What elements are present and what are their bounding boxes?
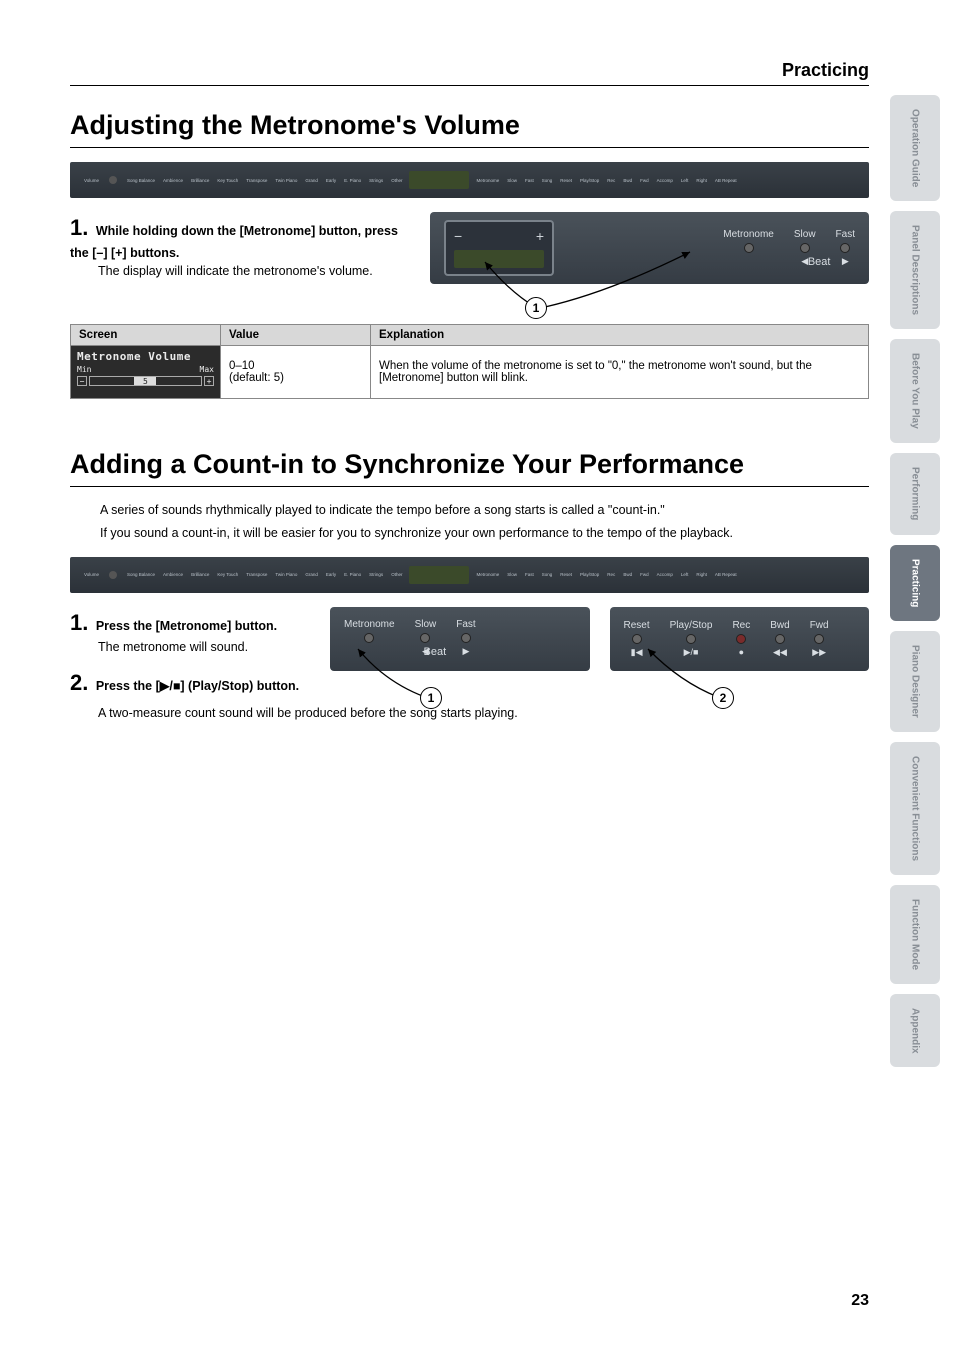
s2-step2-num: 2. xyxy=(70,667,88,699)
lcd-minus-icon: − xyxy=(77,376,87,386)
s2-step2-body: A two-measure count sound will be produc… xyxy=(98,704,869,722)
section1-title: Adjusting the Metronome's Volume xyxy=(70,110,869,148)
td-explanation: When the volume of the metronome is set … xyxy=(371,346,869,399)
ps-fwd: Fwd xyxy=(640,178,649,183)
th-value: Value xyxy=(221,325,371,346)
s2-intro2: If you sound a count-in, it will be easi… xyxy=(100,524,869,543)
callout-1b: 1 xyxy=(420,687,442,709)
callout-1: 1 xyxy=(525,297,547,319)
ps-repeat: AB Repeat xyxy=(715,178,737,183)
beat-label: Beat xyxy=(808,256,831,268)
s2-step2: 2. Press the [▶/■] (Play/Stop) button. xyxy=(70,667,300,699)
side-tabs: Operation Guide Panel Descriptions Befor… xyxy=(890,95,940,1067)
ps-right: Right xyxy=(696,178,707,183)
panel-strip-1: Volume Song Balance Ambience Brilliance … xyxy=(70,162,869,198)
ps-transpose: Transpose xyxy=(246,178,267,183)
rec-button[interactable]: Rec ● xyxy=(732,620,750,658)
lcd-min: Min xyxy=(77,365,91,374)
ps-epiano: E. Piano xyxy=(344,178,361,183)
tab-operation-guide[interactable]: Operation Guide xyxy=(890,95,940,201)
tab-function-mode[interactable]: Function Mode xyxy=(890,885,940,984)
callout-2: 2 xyxy=(712,687,734,709)
page-number: 23 xyxy=(851,1292,869,1310)
s2-intro1: A series of sounds rhythmically played t… xyxy=(100,501,869,520)
s2-step2-bold-a: Press the [ xyxy=(96,679,160,693)
mini-lcd xyxy=(454,250,544,268)
display-zoom: − + xyxy=(444,220,554,276)
ps-strings: Strings xyxy=(369,178,383,183)
tab-piano-designer[interactable]: Piano Designer xyxy=(890,631,940,732)
ps-song-balance: Song Balance xyxy=(127,178,155,183)
tab-before-you-play[interactable]: Before You Play xyxy=(890,339,940,443)
lcd-val: 5 xyxy=(134,377,156,385)
td-value: 0–10 (default: 5) xyxy=(221,346,371,399)
ps-slow: Slow xyxy=(507,178,517,183)
minus-label: − xyxy=(454,228,462,244)
ps-keytouch: Key Touch xyxy=(217,178,238,183)
ps-reset: Reset xyxy=(560,178,572,183)
metronome-button[interactable]: Metronome xyxy=(723,229,774,267)
tab-convenient-functions[interactable]: Convenient Functions xyxy=(890,742,940,875)
th-explanation: Explanation xyxy=(371,325,869,346)
th-screen: Screen xyxy=(71,325,221,346)
bwd-button[interactable]: Bwd ◀◀ xyxy=(770,620,789,658)
s2-step1-bold: Press the [Metronome] button. xyxy=(96,619,277,633)
ps-song: Song xyxy=(542,178,553,183)
lcd-title: Metronome Volume xyxy=(77,350,214,363)
ps-bwd: Bwd xyxy=(623,178,632,183)
s1-step1: 1. While holding down the [Metronome] bu… xyxy=(70,212,400,262)
lcd-sim: Metronome Volume Min Max − 5 + xyxy=(71,346,220,398)
s1-detail-panel: − + Metronome Slow xyxy=(430,212,869,284)
section2-title: Adding a Count-in to Synchronize Your Pe… xyxy=(70,449,869,487)
metronome-button-2[interactable]: Metronome xyxy=(344,619,395,657)
plus-label: + xyxy=(536,228,544,244)
ps-volume: Volume xyxy=(84,178,99,183)
lcd-plus-icon: + xyxy=(204,376,214,386)
reset-button[interactable]: Reset ▮◀ xyxy=(624,620,650,658)
ps-lcd xyxy=(409,171,469,189)
page-header: Practicing xyxy=(70,60,869,86)
s2-panel-a: Metronome Slow ◀ Fast ▶ xyxy=(330,607,590,671)
lcd-max: Max xyxy=(200,365,214,374)
s2-step2-bold-b: ] (Play/Stop) button. xyxy=(180,679,299,693)
s1-step1-num: 1. xyxy=(70,212,88,244)
ps-early: Early xyxy=(326,178,336,183)
ps-ambience: Ambience xyxy=(163,178,183,183)
ps-grand: Grand xyxy=(305,178,318,183)
tab-practicing[interactable]: Practicing xyxy=(890,545,940,621)
panel-strip-2: Volume Song Balance Ambience Brilliance … xyxy=(70,557,869,593)
s2-panel-b: Reset ▮◀ Play/Stop ▶/■ Rec ● xyxy=(610,607,870,671)
s2-step1-num: 1. xyxy=(70,607,88,639)
header-section: Practicing xyxy=(782,60,869,81)
fast-button[interactable]: Fast ▶ xyxy=(836,229,855,267)
s1-step1-body: The display will indicate the metronome'… xyxy=(98,262,400,280)
ps-playstop: Play/Stop xyxy=(580,178,599,183)
metronome-group: Metronome Slow ◀ Fast ▶ xyxy=(723,229,855,268)
play-stop-icon: ▶/■ xyxy=(160,677,181,695)
spec-table: Screen Value Explanation Metronome Volum… xyxy=(70,324,869,399)
ps-metronome: Metronome xyxy=(476,178,499,183)
ps-brilliance: Brilliance xyxy=(191,178,209,183)
tab-appendix[interactable]: Appendix xyxy=(890,994,940,1068)
ps-rec: Rec xyxy=(607,178,615,183)
ps-fast: Fast xyxy=(525,178,534,183)
s2-step1: 1. Press the [Metronome] button. xyxy=(70,607,300,639)
ps-left: Left xyxy=(681,178,689,183)
ps-twinpiano: Twin Piano xyxy=(275,178,297,183)
ps-accomp: Accomp xyxy=(657,178,673,183)
tab-panel-descriptions[interactable]: Panel Descriptions xyxy=(890,211,940,329)
fast-button-2[interactable]: Fast ▶ xyxy=(456,619,475,657)
playstop-button[interactable]: Play/Stop ▶/■ xyxy=(670,620,713,658)
fwd-button[interactable]: Fwd ▶▶ xyxy=(810,620,829,658)
s2-step1-body: The metronome will sound. xyxy=(98,638,300,656)
tab-performing[interactable]: Performing xyxy=(890,453,940,534)
s1-step1-bold: While holding down the [Metronome] butto… xyxy=(70,224,398,260)
ps-other: Other xyxy=(391,178,402,183)
